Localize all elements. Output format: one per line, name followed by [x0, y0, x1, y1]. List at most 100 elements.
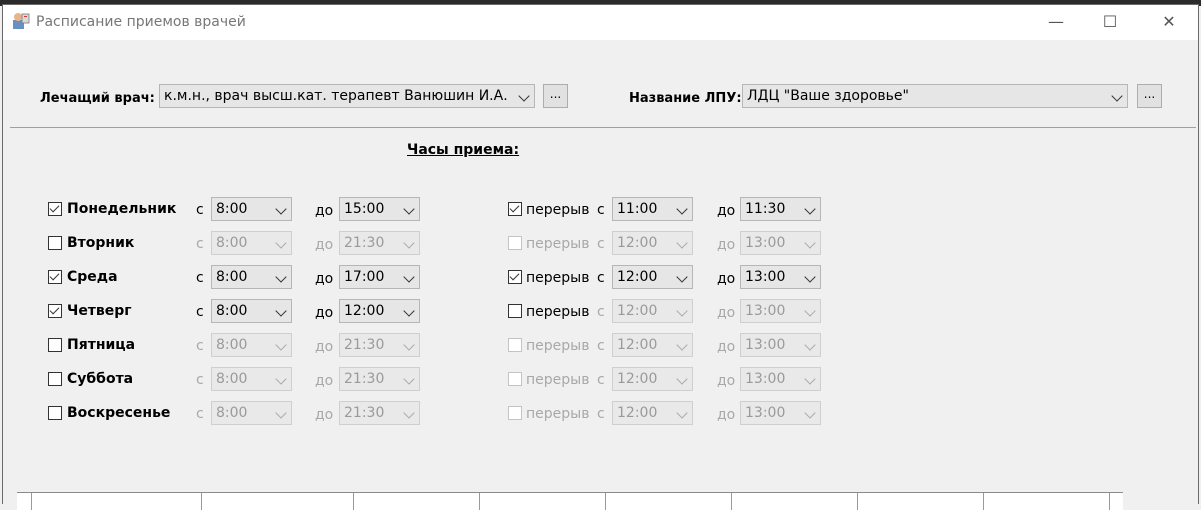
window-title: Расписание приемов врачей	[36, 14, 246, 30]
to-label: до	[315, 203, 334, 219]
day-to-select[interactable]: 21:30	[339, 367, 420, 391]
grid-column-divider	[857, 493, 858, 510]
chevron-down-icon	[403, 271, 415, 283]
break-from-select[interactable]: 11:00	[612, 197, 693, 221]
from-label: с	[196, 304, 204, 320]
doctor-browse-button[interactable]: ...	[543, 84, 568, 108]
break-from-label: с	[597, 338, 605, 354]
break-to-label: до	[717, 271, 736, 287]
lpu-label: Название ЛПУ:	[629, 91, 742, 106]
day-label: Среда	[67, 269, 118, 285]
chevron-down-icon	[804, 203, 816, 215]
break-from-label: с	[597, 372, 605, 388]
break-to-select[interactable]: 13:00	[740, 401, 821, 425]
break-label: перерыв	[526, 236, 590, 252]
close-icon: ✕	[1162, 12, 1176, 31]
break-from-label: с	[597, 304, 605, 320]
grid-column-divider	[479, 493, 480, 510]
day-label: Воскресенье	[67, 405, 171, 421]
lpu-value: ЛДЦ "Ваше здоровье"	[747, 88, 909, 104]
break-to-select[interactable]: 11:30	[740, 197, 821, 221]
chevron-down-icon	[676, 203, 688, 215]
day-from-value: 8:00	[216, 235, 248, 251]
break-checkbox[interactable]	[508, 372, 522, 386]
day-from-select[interactable]: 8:00	[211, 401, 292, 425]
chevron-down-icon	[804, 373, 816, 385]
break-from-select[interactable]: 12:00	[612, 231, 693, 255]
close-button[interactable]: ✕	[1146, 5, 1192, 40]
chevron-down-icon	[804, 237, 816, 249]
doctor-combobox[interactable]: к.м.н., врач высш.кат. терапевт Ванюшин …	[159, 84, 535, 108]
break-checkbox[interactable]	[508, 304, 522, 318]
hours-title: Часы приема:	[407, 142, 520, 158]
break-checkbox[interactable]	[508, 270, 522, 284]
break-to-value: 13:00	[745, 235, 786, 251]
chevron-down-icon	[275, 203, 287, 215]
day-checkbox[interactable]	[48, 406, 62, 420]
break-from-select[interactable]: 12:00	[612, 401, 693, 425]
day-to-value: 15:00	[344, 201, 385, 217]
break-to-value: 13:00	[745, 371, 786, 387]
grid-column-divider	[983, 493, 984, 510]
minimize-button[interactable]: —	[1033, 5, 1079, 40]
break-checkbox[interactable]	[508, 338, 522, 352]
day-from-select[interactable]: 8:00	[211, 299, 292, 323]
to-label: до	[315, 305, 334, 321]
maximize-button[interactable]: ☐	[1087, 5, 1133, 40]
chevron-down-icon	[676, 339, 688, 351]
break-checkbox[interactable]	[508, 406, 522, 420]
break-from-select[interactable]: 12:00	[612, 333, 693, 357]
break-from-select[interactable]: 12:00	[612, 367, 693, 391]
day-from-select[interactable]: 8:00	[211, 265, 292, 289]
lpu-browse-button[interactable]: ...	[1137, 84, 1162, 108]
day-checkbox[interactable]	[48, 338, 62, 352]
day-from-select[interactable]: 8:00	[211, 333, 292, 357]
lpu-combobox[interactable]: ЛДЦ "Ваше здоровье"	[742, 84, 1128, 108]
day-checkbox[interactable]	[48, 236, 62, 250]
break-from-value: 12:00	[617, 371, 658, 387]
break-to-label: до	[717, 203, 736, 219]
to-label: до	[315, 407, 334, 423]
to-label: до	[315, 271, 334, 287]
chevron-down-icon	[518, 90, 530, 102]
chevron-down-icon	[403, 407, 415, 419]
grid-column-divider	[605, 493, 606, 510]
break-to-select[interactable]: 13:00	[740, 265, 821, 289]
day-to-select[interactable]: 21:30	[339, 333, 420, 357]
chevron-down-icon	[275, 237, 287, 249]
day-to-select[interactable]: 12:00	[339, 299, 420, 323]
day-checkbox[interactable]	[48, 202, 62, 216]
day-checkbox[interactable]	[48, 304, 62, 318]
day-from-select[interactable]: 8:00	[211, 367, 292, 391]
chevron-down-icon	[804, 407, 816, 419]
grid-column-divider	[731, 493, 732, 510]
break-from-select[interactable]: 12:00	[612, 265, 693, 289]
break-to-select[interactable]: 13:00	[740, 333, 821, 357]
chevron-down-icon	[804, 339, 816, 351]
break-to-select[interactable]: 13:00	[740, 231, 821, 255]
day-label: Четверг	[67, 303, 132, 319]
day-label: Пятница	[67, 337, 136, 353]
break-to-select[interactable]: 13:00	[740, 299, 821, 323]
minimize-icon: —	[1048, 12, 1064, 31]
chevron-down-icon	[275, 407, 287, 419]
break-checkbox[interactable]	[508, 236, 522, 250]
day-checkbox[interactable]	[48, 372, 62, 386]
break-from-select[interactable]: 12:00	[612, 299, 693, 323]
break-from-value: 12:00	[617, 269, 658, 285]
break-to-select[interactable]: 13:00	[740, 367, 821, 391]
from-label: с	[196, 236, 204, 252]
day-from-select[interactable]: 8:00	[211, 231, 292, 255]
day-to-select[interactable]: 21:30	[339, 401, 420, 425]
doctor-value: к.м.н., врач высш.кат. терапевт Ванюшин …	[164, 88, 508, 104]
day-to-select[interactable]: 15:00	[339, 197, 420, 221]
break-from-label: с	[597, 236, 605, 252]
day-checkbox[interactable]	[48, 270, 62, 284]
title-bar: Расписание приемов врачей — ☐ ✕	[3, 5, 1198, 40]
to-label: до	[315, 373, 334, 389]
chevron-down-icon	[676, 407, 688, 419]
day-to-select[interactable]: 21:30	[339, 231, 420, 255]
break-checkbox[interactable]	[508, 202, 522, 216]
day-to-select[interactable]: 17:00	[339, 265, 420, 289]
day-from-select[interactable]: 8:00	[211, 197, 292, 221]
